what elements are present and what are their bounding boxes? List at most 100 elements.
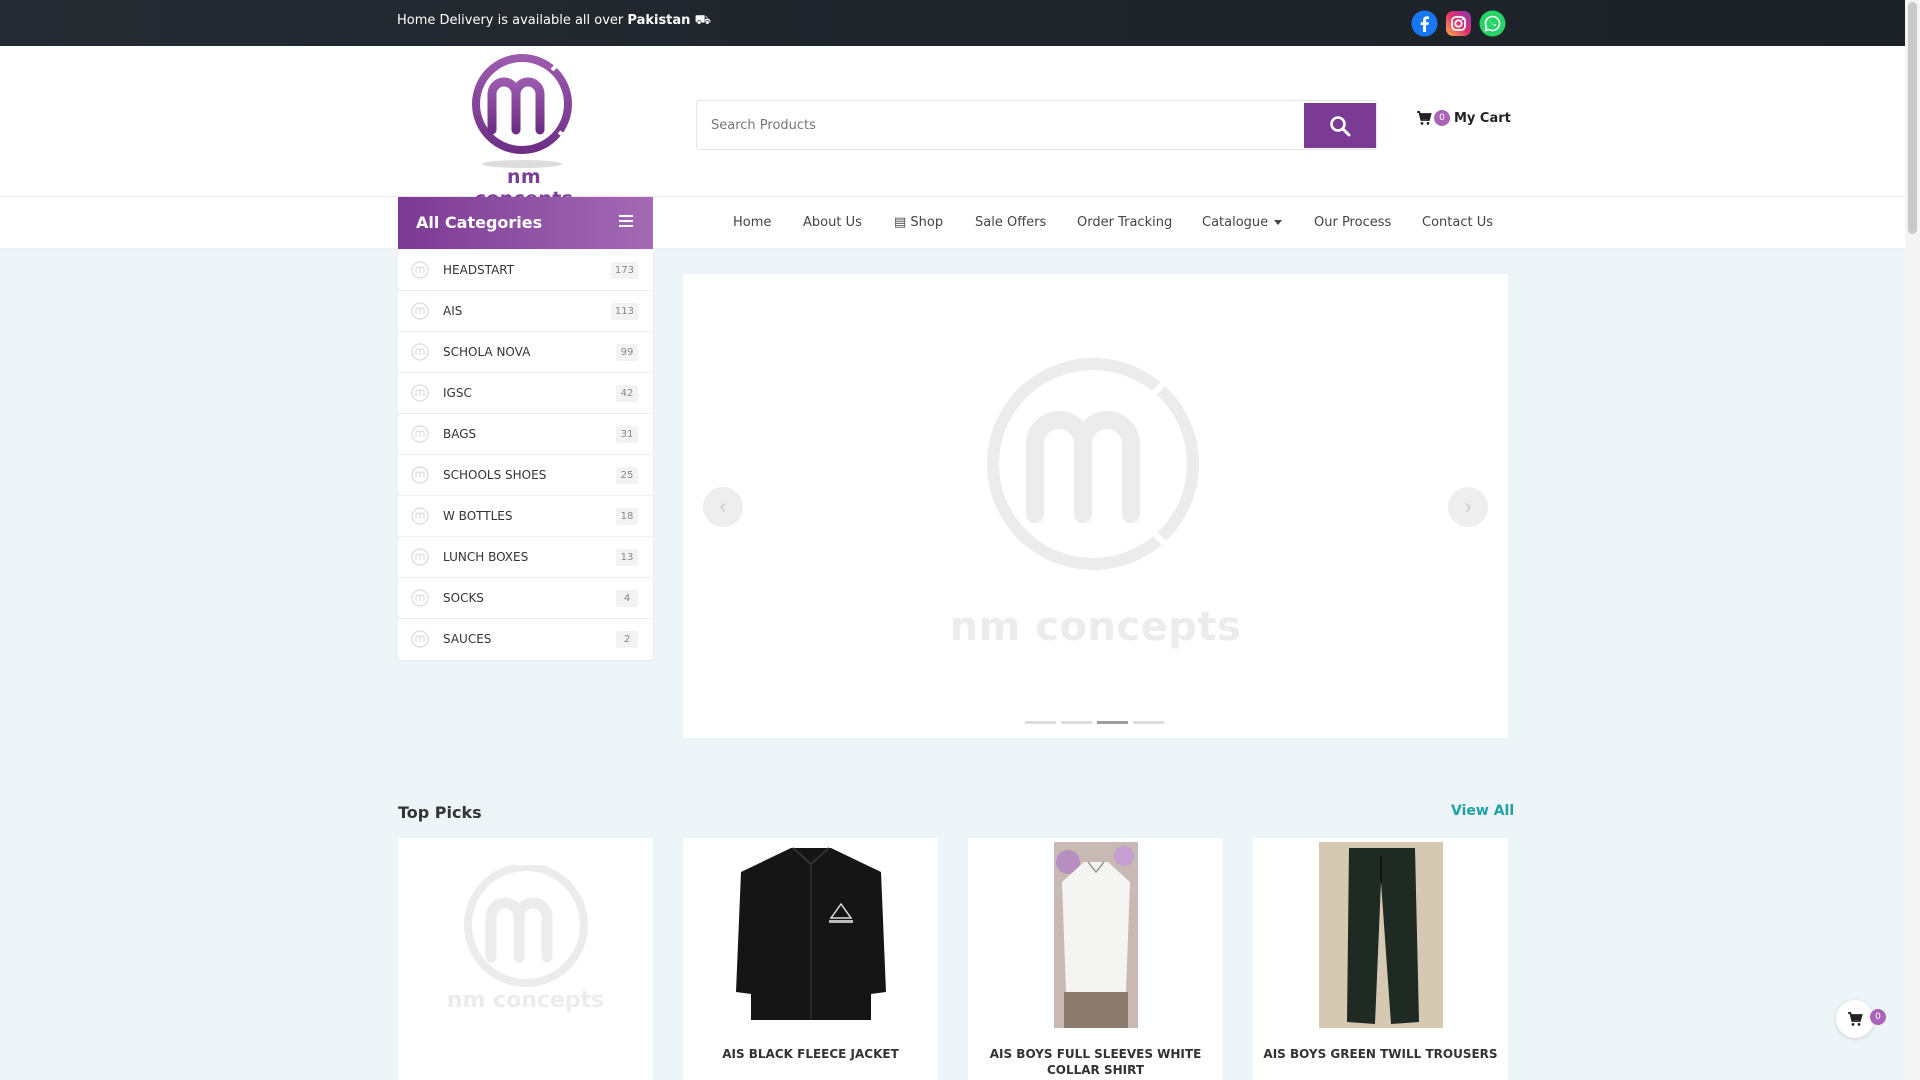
delivery-country: Pakistan xyxy=(627,13,691,28)
search-bar xyxy=(696,100,1377,150)
category-count-badge: 113 xyxy=(610,303,638,320)
search-icon xyxy=(1330,115,1351,136)
delivery-text: Home Delivery is available all over xyxy=(397,13,628,28)
category-count-badge: 4 xyxy=(616,590,638,607)
category-label: W BOTTLES xyxy=(443,509,513,523)
cart-count-badge: 0 xyxy=(1434,110,1450,126)
category-count-badge: 42 xyxy=(616,385,638,402)
product-image xyxy=(968,842,1223,1028)
category-count-badge: 173 xyxy=(610,262,638,279)
category-item[interactable]: W BOTTLES 18 xyxy=(398,496,653,537)
slide-brand-text: nm concepts xyxy=(949,604,1242,650)
floating-cart-button[interactable]: 0 xyxy=(1836,1000,1886,1038)
category-item[interactable]: AIS 113 xyxy=(398,291,653,332)
nav-order-tracking[interactable]: Order Tracking xyxy=(1077,215,1172,230)
store-icon: ▤ xyxy=(894,215,911,230)
cart-label: My Cart xyxy=(1454,110,1511,126)
scrollbar-thumb[interactable] xyxy=(1908,2,1917,234)
slider-dot-3[interactable] xyxy=(1097,721,1128,724)
chevron-down-icon xyxy=(1274,220,1283,225)
category-logo-icon xyxy=(411,466,429,484)
category-count-badge: 13 xyxy=(616,549,638,566)
slider-dot-1[interactable] xyxy=(1025,721,1056,724)
product-card[interactable]: AIS BLACK FLEECE JACKET xyxy=(683,838,938,1080)
product-card[interactable]: AIS BOYS FULL SLEEVES WHITE COLLAR SHIRT xyxy=(968,838,1223,1080)
hero-slider: nm concepts ‹ › xyxy=(683,274,1508,738)
delivery-message: Home Delivery is available all over Paki… xyxy=(397,13,711,30)
instagram-icon[interactable] xyxy=(1445,10,1472,37)
category-label: HEADSTART xyxy=(443,263,515,277)
category-logo-icon xyxy=(411,425,429,443)
main-navbar xyxy=(0,197,1905,249)
page-scrollbar[interactable] xyxy=(1905,0,1920,1080)
category-item[interactable]: SOCKS 4 xyxy=(398,578,653,619)
category-item[interactable]: IGSC 42 xyxy=(398,373,653,414)
search-input[interactable] xyxy=(697,101,1303,149)
slider-prev-button[interactable]: ‹ xyxy=(703,487,743,527)
category-logo-icon xyxy=(411,384,429,402)
all-categories-label: All Categories xyxy=(416,213,543,232)
category-logo-icon xyxy=(411,589,429,607)
product-card[interactable]: nm concepts xyxy=(398,838,653,1080)
category-label: SAUCES xyxy=(443,632,492,646)
nav-contact[interactable]: Contact Us xyxy=(1422,215,1493,230)
whatsapp-icon[interactable] xyxy=(1479,10,1506,37)
category-label: IGSC xyxy=(443,386,472,400)
product-name[interactable]: AIS BOYS FULL SLEEVES WHITE COLLAR SHIRT xyxy=(978,1046,1213,1078)
category-logo-icon xyxy=(411,630,429,648)
nav-sale-offers[interactable]: Sale Offers xyxy=(975,215,1046,230)
category-logo-icon xyxy=(411,548,429,566)
category-label: SCHOOLS SHOES xyxy=(443,468,547,482)
category-logo-icon xyxy=(411,261,429,279)
category-item[interactable]: SCHOLA NOVA 99 xyxy=(398,332,653,373)
category-count-badge: 25 xyxy=(616,467,638,484)
top-picks-title: Top Picks xyxy=(398,803,482,822)
product-card[interactable]: AIS BOYS GREEN TWILL TROUSERS xyxy=(1253,838,1508,1080)
view-all-link[interactable]: View All xyxy=(1451,803,1514,819)
category-item[interactable]: LUNCH BOXES 13 xyxy=(398,537,653,578)
slider-dot-4[interactable] xyxy=(1133,721,1164,724)
slider-dot-2[interactable] xyxy=(1061,721,1092,724)
category-label: BAGS xyxy=(443,427,477,441)
category-label: SCHOLA NOVA xyxy=(443,345,531,359)
top-bar: Home Delivery is available all over Paki… xyxy=(0,0,1905,46)
nav-home[interactable]: Home xyxy=(733,215,771,230)
category-label: SOCKS xyxy=(443,591,484,605)
category-label: LUNCH BOXES xyxy=(443,550,529,564)
cart-link[interactable]: 0 My Cart xyxy=(1416,110,1511,126)
category-logo-icon xyxy=(411,507,429,525)
nav-our-process[interactable]: Our Process xyxy=(1314,215,1391,230)
slide-logo-image xyxy=(987,358,1199,570)
nav-about[interactable]: About Us xyxy=(803,215,862,230)
category-item[interactable]: HEADSTART 173 xyxy=(398,250,653,291)
category-item[interactable]: SAUCES 2 xyxy=(398,619,653,660)
category-logo-icon xyxy=(411,302,429,320)
category-list: HEADSTART 173 AIS 113 SCHOLA NOVA 99 IGSC 42 BAG… xyxy=(398,250,653,660)
category-count-badge: 2 xyxy=(616,631,638,648)
nav-catalogue[interactable]: Catalogue xyxy=(1202,215,1283,230)
category-label: AIS xyxy=(443,304,463,318)
search-button[interactable] xyxy=(1304,103,1376,148)
cart-icon xyxy=(1848,1012,1863,1026)
placeholder-brand-text: nm concepts xyxy=(446,988,605,1013)
category-item[interactable]: SCHOOLS SHOES 25 xyxy=(398,455,653,496)
product-name[interactable]: AIS BOYS GREEN TWILL TROUSERS xyxy=(1263,1046,1498,1062)
product-image xyxy=(1253,842,1508,1028)
slider-indicators xyxy=(1025,721,1164,724)
product-name[interactable]: AIS BLACK FLEECE JACKET xyxy=(693,1046,928,1062)
category-count-badge: 99 xyxy=(616,344,638,361)
category-logo-icon xyxy=(411,343,429,361)
nav-catalogue-label: Catalogue xyxy=(1202,215,1269,230)
slider-next-button[interactable]: › xyxy=(1448,487,1488,527)
product-image xyxy=(683,842,938,1028)
category-count-badge: 18 xyxy=(616,508,638,525)
floating-cart-count: 0 xyxy=(1870,1009,1886,1025)
facebook-icon[interactable] xyxy=(1411,10,1438,37)
cart-icon xyxy=(1417,111,1432,125)
category-item[interactable]: BAGS 31 xyxy=(398,414,653,455)
category-count-badge: 31 xyxy=(616,426,638,443)
nav-shop[interactable]: ▤ Shop xyxy=(894,215,943,230)
nav-shop-label: Shop xyxy=(910,215,944,230)
all-categories-button[interactable]: All Categories xyxy=(398,197,653,249)
truck-icon: ⛟ xyxy=(694,13,711,28)
